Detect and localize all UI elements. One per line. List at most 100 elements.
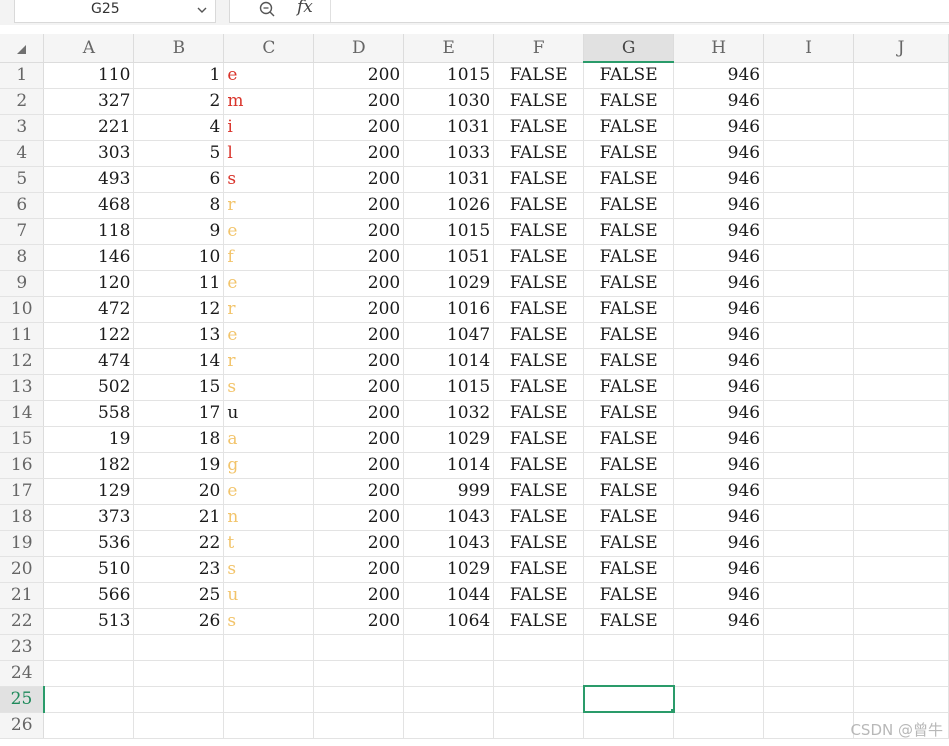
- cell-e13[interactable]: 1015: [403, 374, 495, 401]
- cell-f11[interactable]: FALSE: [493, 322, 585, 349]
- cell-g1[interactable]: FALSE: [583, 62, 675, 89]
- cell-e8[interactable]: 1051: [403, 244, 495, 271]
- cell-b7[interactable]: 9: [133, 218, 225, 245]
- cell-h17[interactable]: 946: [673, 478, 765, 505]
- cell-b5[interactable]: 6: [133, 166, 225, 193]
- cell-h20[interactable]: 946: [673, 556, 765, 583]
- cell-b20[interactable]: 23: [133, 556, 225, 583]
- cell-g24[interactable]: [583, 660, 675, 687]
- cell-d19[interactable]: 200: [313, 530, 405, 557]
- cell-h2[interactable]: 946: [673, 88, 765, 115]
- row-header[interactable]: 7: [0, 218, 45, 245]
- cell-j10[interactable]: [853, 296, 949, 323]
- cell-f1[interactable]: FALSE: [493, 62, 585, 89]
- cell-c24[interactable]: [223, 660, 315, 687]
- cell-c21[interactable]: u: [223, 582, 315, 609]
- cell-d23[interactable]: [313, 634, 405, 661]
- cell-c2[interactable]: m: [223, 88, 315, 115]
- cell-c23[interactable]: [223, 634, 315, 661]
- cell-d15[interactable]: 200: [313, 426, 405, 453]
- row-header[interactable]: 14: [0, 400, 45, 427]
- cell-a11[interactable]: 122: [43, 322, 135, 349]
- row-header[interactable]: 19: [0, 530, 45, 557]
- cell-a26[interactable]: [43, 712, 135, 739]
- cell-b17[interactable]: 20: [133, 478, 225, 505]
- cell-j8[interactable]: [853, 244, 949, 271]
- cell-b3[interactable]: 4: [133, 114, 225, 141]
- cell-h14[interactable]: 946: [673, 400, 765, 427]
- cell-h10[interactable]: 946: [673, 296, 765, 323]
- cell-g21[interactable]: FALSE: [583, 582, 675, 609]
- cell-j12[interactable]: [853, 348, 949, 375]
- cell-i17[interactable]: [763, 478, 855, 505]
- cell-j3[interactable]: [853, 114, 949, 141]
- cell-c12[interactable]: r: [223, 348, 315, 375]
- cell-f15[interactable]: FALSE: [493, 426, 585, 453]
- cell-c13[interactable]: s: [223, 374, 315, 401]
- cell-f20[interactable]: FALSE: [493, 556, 585, 583]
- cell-b24[interactable]: [133, 660, 225, 687]
- cell-b18[interactable]: 21: [133, 504, 225, 531]
- cell-f3[interactable]: FALSE: [493, 114, 585, 141]
- cell-a7[interactable]: 118: [43, 218, 135, 245]
- cell-h16[interactable]: 946: [673, 452, 765, 479]
- cell-f6[interactable]: FALSE: [493, 192, 585, 219]
- column-header-d[interactable]: D: [313, 34, 405, 63]
- cell-h1[interactable]: 946: [673, 62, 765, 89]
- cell-d14[interactable]: 200: [313, 400, 405, 427]
- cell-d4[interactable]: 200: [313, 140, 405, 167]
- row-header[interactable]: 5: [0, 166, 45, 193]
- cell-b6[interactable]: 8: [133, 192, 225, 219]
- cell-h11[interactable]: 946: [673, 322, 765, 349]
- cell-g6[interactable]: FALSE: [583, 192, 675, 219]
- cell-b2[interactable]: 2: [133, 88, 225, 115]
- cell-g16[interactable]: FALSE: [583, 452, 675, 479]
- cell-d16[interactable]: 200: [313, 452, 405, 479]
- cell-d11[interactable]: 200: [313, 322, 405, 349]
- row-header[interactable]: 20: [0, 556, 45, 583]
- cell-f24[interactable]: [493, 660, 585, 687]
- cell-g11[interactable]: FALSE: [583, 322, 675, 349]
- cell-g12[interactable]: FALSE: [583, 348, 675, 375]
- cell-j4[interactable]: [853, 140, 949, 167]
- row-header[interactable]: 18: [0, 504, 45, 531]
- cell-c1[interactable]: e: [223, 62, 315, 89]
- cell-j14[interactable]: [853, 400, 949, 427]
- row-header[interactable]: 15: [0, 426, 45, 453]
- cell-b22[interactable]: 26: [133, 608, 225, 635]
- column-header-f[interactable]: F: [493, 34, 585, 63]
- cell-d24[interactable]: [313, 660, 405, 687]
- cell-c8[interactable]: f: [223, 244, 315, 271]
- cell-c19[interactable]: t: [223, 530, 315, 557]
- cell-a2[interactable]: 327: [43, 88, 135, 115]
- cell-f2[interactable]: FALSE: [493, 88, 585, 115]
- cell-g7[interactable]: FALSE: [583, 218, 675, 245]
- cell-f25[interactable]: [493, 686, 585, 713]
- column-header-g[interactable]: G: [583, 34, 675, 63]
- cell-f26[interactable]: [493, 712, 585, 739]
- cell-f13[interactable]: FALSE: [493, 374, 585, 401]
- row-header[interactable]: 1: [0, 62, 45, 89]
- cell-d5[interactable]: 200: [313, 166, 405, 193]
- cell-e24[interactable]: [403, 660, 495, 687]
- row-header[interactable]: 2: [0, 88, 45, 115]
- cell-b13[interactable]: 15: [133, 374, 225, 401]
- cell-b16[interactable]: 19: [133, 452, 225, 479]
- cell-j15[interactable]: [853, 426, 949, 453]
- cell-f10[interactable]: FALSE: [493, 296, 585, 323]
- row-header[interactable]: 6: [0, 192, 45, 219]
- cell-c10[interactable]: r: [223, 296, 315, 323]
- cell-c17[interactable]: e: [223, 478, 315, 505]
- cell-e25[interactable]: [403, 686, 495, 713]
- cell-c22[interactable]: s: [223, 608, 315, 635]
- cell-f19[interactable]: FALSE: [493, 530, 585, 557]
- cell-g10[interactable]: FALSE: [583, 296, 675, 323]
- cell-e7[interactable]: 1015: [403, 218, 495, 245]
- cell-c20[interactable]: s: [223, 556, 315, 583]
- cell-j21[interactable]: [853, 582, 949, 609]
- cell-g19[interactable]: FALSE: [583, 530, 675, 557]
- cell-a9[interactable]: 120: [43, 270, 135, 297]
- cell-b25[interactable]: [133, 686, 225, 713]
- cell-h5[interactable]: 946: [673, 166, 765, 193]
- cell-a5[interactable]: 493: [43, 166, 135, 193]
